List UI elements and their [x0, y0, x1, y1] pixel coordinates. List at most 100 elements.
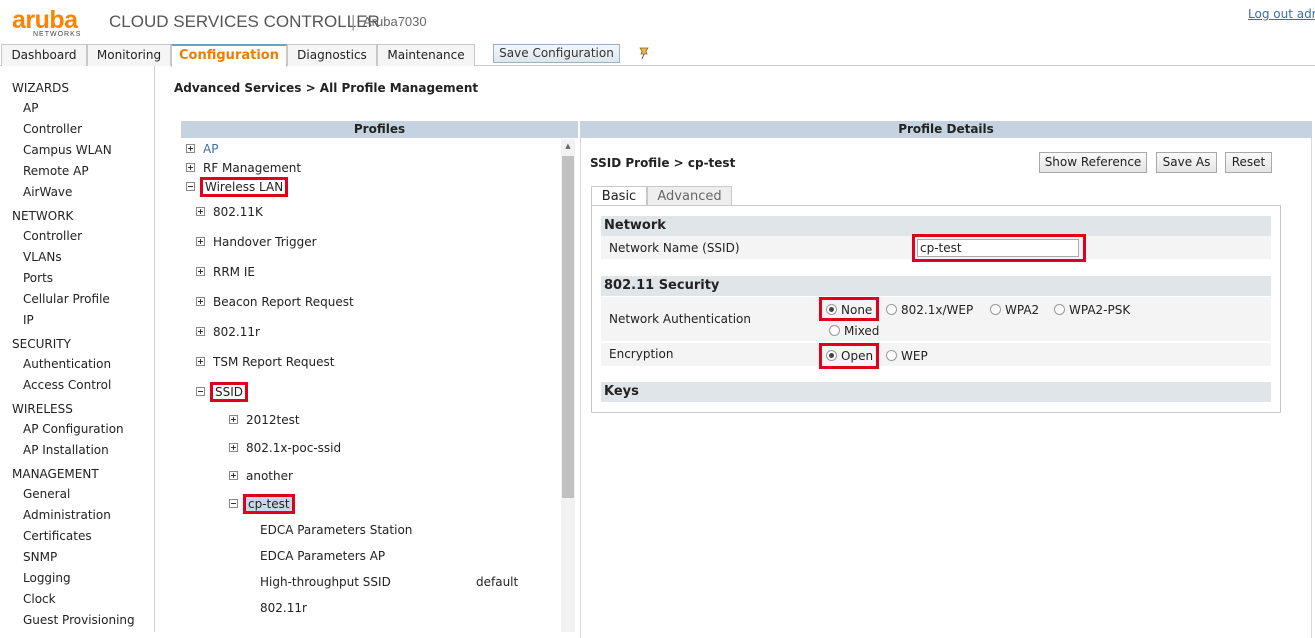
tree-label[interactable]: AP	[203, 142, 218, 156]
tree-node-ap[interactable]: AP	[186, 141, 218, 157]
tree-node-80211k[interactable]: 802.11K	[196, 204, 263, 220]
tree-label[interactable]: 802.11K	[213, 205, 263, 219]
tree-node-2012test[interactable]: 2012test	[229, 412, 300, 428]
radio-unselected-icon[interactable]	[886, 304, 897, 315]
tree-node-cp-80211r[interactable]: 802.11r	[260, 600, 307, 616]
tree-label[interactable]: EDCA Parameters AP	[260, 549, 385, 563]
sidebar-item-authentication[interactable]: Authentication	[23, 357, 111, 372]
expand-plus-icon[interactable]	[229, 471, 238, 480]
expand-plus-icon[interactable]	[196, 297, 205, 306]
tree-node-wireless-lan[interactable]: Wireless LAN	[186, 177, 289, 197]
radio-unselected-icon[interactable]	[990, 304, 1001, 315]
radio-unselected-icon[interactable]	[1054, 304, 1065, 315]
tree-node-tsm-report-request[interactable]: TSM Report Request	[196, 354, 334, 370]
radio-unselected-icon[interactable]	[886, 350, 897, 361]
expand-plus-icon[interactable]	[196, 357, 205, 366]
radio-unselected-icon[interactable]	[829, 325, 840, 336]
collapse-minus-icon[interactable]	[186, 182, 195, 191]
tree-node-another[interactable]: another	[229, 468, 293, 484]
sidebar-item-wizard-controller[interactable]: Controller	[23, 122, 82, 137]
scroll-up-arrow-icon[interactable]: ▲	[563, 141, 573, 151]
sidebar-item-guest-provisioning[interactable]: Guest Provisioning	[23, 613, 135, 628]
tree-label[interactable]: Wireless LAN	[199, 177, 289, 197]
title-separator: |	[351, 12, 356, 31]
expand-plus-icon[interactable]	[196, 207, 205, 216]
sidebar-item-snmp[interactable]: SNMP	[23, 550, 57, 565]
tab-maintenance[interactable]: Maintenance	[377, 44, 475, 66]
sidebar-item-administration[interactable]: Administration	[23, 508, 111, 523]
radio-auth-mixed[interactable]: Mixed	[829, 323, 879, 339]
sidebar-item-ap-configuration[interactable]: AP Configuration	[23, 422, 124, 437]
tab-basic[interactable]: Basic	[591, 186, 647, 206]
expand-plus-icon[interactable]	[196, 267, 205, 276]
tree-label[interactable]: 802.1x-poc-ssid	[246, 441, 341, 455]
tree-scrollbar-thumb[interactable]	[562, 156, 574, 498]
enc-open-highlight	[819, 343, 879, 369]
tree-label[interactable]: EDCA Parameters Station	[260, 523, 412, 537]
collapse-minus-icon[interactable]	[196, 387, 205, 396]
pin-icon[interactable]	[638, 46, 650, 60]
section-keys[interactable]: Keys	[601, 382, 1271, 402]
tree-label[interactable]: Beacon Report Request	[213, 295, 354, 309]
tree-node-rf-management[interactable]: RF Management	[186, 160, 301, 176]
sidebar-item-cellular-profile[interactable]: Cellular Profile	[23, 292, 110, 307]
show-reference-button[interactable]: Show Reference	[1039, 152, 1147, 173]
tree-label[interactable]: another	[246, 469, 293, 483]
radio-auth-wpa2[interactable]: WPA2	[990, 302, 1039, 318]
tree-label[interactable]: 802.11r	[260, 601, 307, 615]
tree-node-8021x-poc-ssid[interactable]: 802.1x-poc-ssid	[229, 440, 341, 456]
expand-plus-icon[interactable]	[229, 443, 238, 452]
expand-plus-icon[interactable]	[186, 144, 195, 153]
save-as-button[interactable]: Save As	[1156, 152, 1217, 173]
tree-label[interactable]: 802.11r	[213, 325, 260, 339]
tree-label[interactable]: SSID	[209, 382, 249, 402]
radio-auth-wpa2-psk[interactable]: WPA2-PSK	[1054, 302, 1130, 318]
tree-node-beacon-report-request[interactable]: Beacon Report Request	[196, 294, 354, 310]
tree-node-80211r[interactable]: 802.11r	[196, 324, 260, 340]
sidebar-item-ip[interactable]: IP	[23, 313, 34, 328]
radio-auth-8021x-wep[interactable]: 802.1x/WEP	[886, 302, 973, 318]
tree-node-edca-ap[interactable]: EDCA Parameters AP	[260, 548, 385, 564]
tab-diagnostics[interactable]: Diagnostics	[287, 44, 377, 66]
tree-node-high-throughput-ssid[interactable]: High-throughput SSID	[260, 574, 391, 590]
expand-plus-icon[interactable]	[196, 327, 205, 336]
tree-node-ssid[interactable]: SSID	[196, 382, 249, 402]
tree-node-handover-trigger[interactable]: Handover Trigger	[196, 234, 317, 250]
save-configuration-button[interactable]: Save Configuration	[493, 44, 620, 63]
sidebar-item-campus-wlan[interactable]: Campus WLAN	[23, 143, 112, 158]
logout-link[interactable]: Log out adr	[1248, 6, 1315, 22]
collapse-minus-icon[interactable]	[229, 499, 238, 508]
sidebar-item-wizard-ap[interactable]: AP	[23, 101, 38, 116]
tab-advanced[interactable]: Advanced	[647, 186, 732, 206]
sidebar-item-ports[interactable]: Ports	[23, 271, 53, 286]
tree-node-edca-station[interactable]: EDCA Parameters Station	[260, 522, 412, 538]
radio-enc-wep[interactable]: WEP	[886, 348, 928, 364]
sidebar-item-clock[interactable]: Clock	[23, 592, 56, 607]
tab-monitoring[interactable]: Monitoring	[87, 44, 171, 66]
sidebar-item-airwave[interactable]: AirWave	[23, 185, 72, 200]
sidebar-item-vlans[interactable]: VLANs	[23, 250, 62, 265]
sidebar-item-ap-installation[interactable]: AP Installation	[23, 443, 109, 458]
tree-label[interactable]: 2012test	[246, 413, 300, 427]
sidebar-item-logging[interactable]: Logging	[23, 571, 71, 586]
tree-node-cp-test[interactable]: cp-test	[229, 494, 295, 514]
tree-label[interactable]: High-throughput SSID	[260, 575, 391, 589]
sidebar-item-remote-ap[interactable]: Remote AP	[23, 164, 89, 179]
expand-plus-icon[interactable]	[229, 415, 238, 424]
reset-button[interactable]: Reset	[1225, 152, 1272, 173]
sidebar-item-access-control[interactable]: Access Control	[23, 378, 111, 393]
sidebar-item-general[interactable]: General	[23, 487, 70, 502]
expand-plus-icon[interactable]	[186, 163, 195, 172]
sidebar-item-controller[interactable]: Controller	[23, 229, 82, 244]
expand-plus-icon[interactable]	[196, 237, 205, 246]
tree-label[interactable]: RRM IE	[213, 265, 255, 279]
encryption-field-row: Encryption	[601, 343, 1271, 367]
tree-label[interactable]: Handover Trigger	[213, 235, 317, 249]
tree-label[interactable]: RF Management	[203, 161, 301, 175]
sidebar-item-certificates[interactable]: Certificates	[23, 529, 92, 544]
tree-node-rrm-ie[interactable]: RRM IE	[196, 264, 255, 280]
tree-label[interactable]: cp-test	[243, 494, 295, 514]
tab-dashboard[interactable]: Dashboard	[1, 44, 87, 66]
tab-configuration[interactable]: Configuration	[171, 44, 287, 67]
tree-label[interactable]: TSM Report Request	[213, 355, 334, 369]
